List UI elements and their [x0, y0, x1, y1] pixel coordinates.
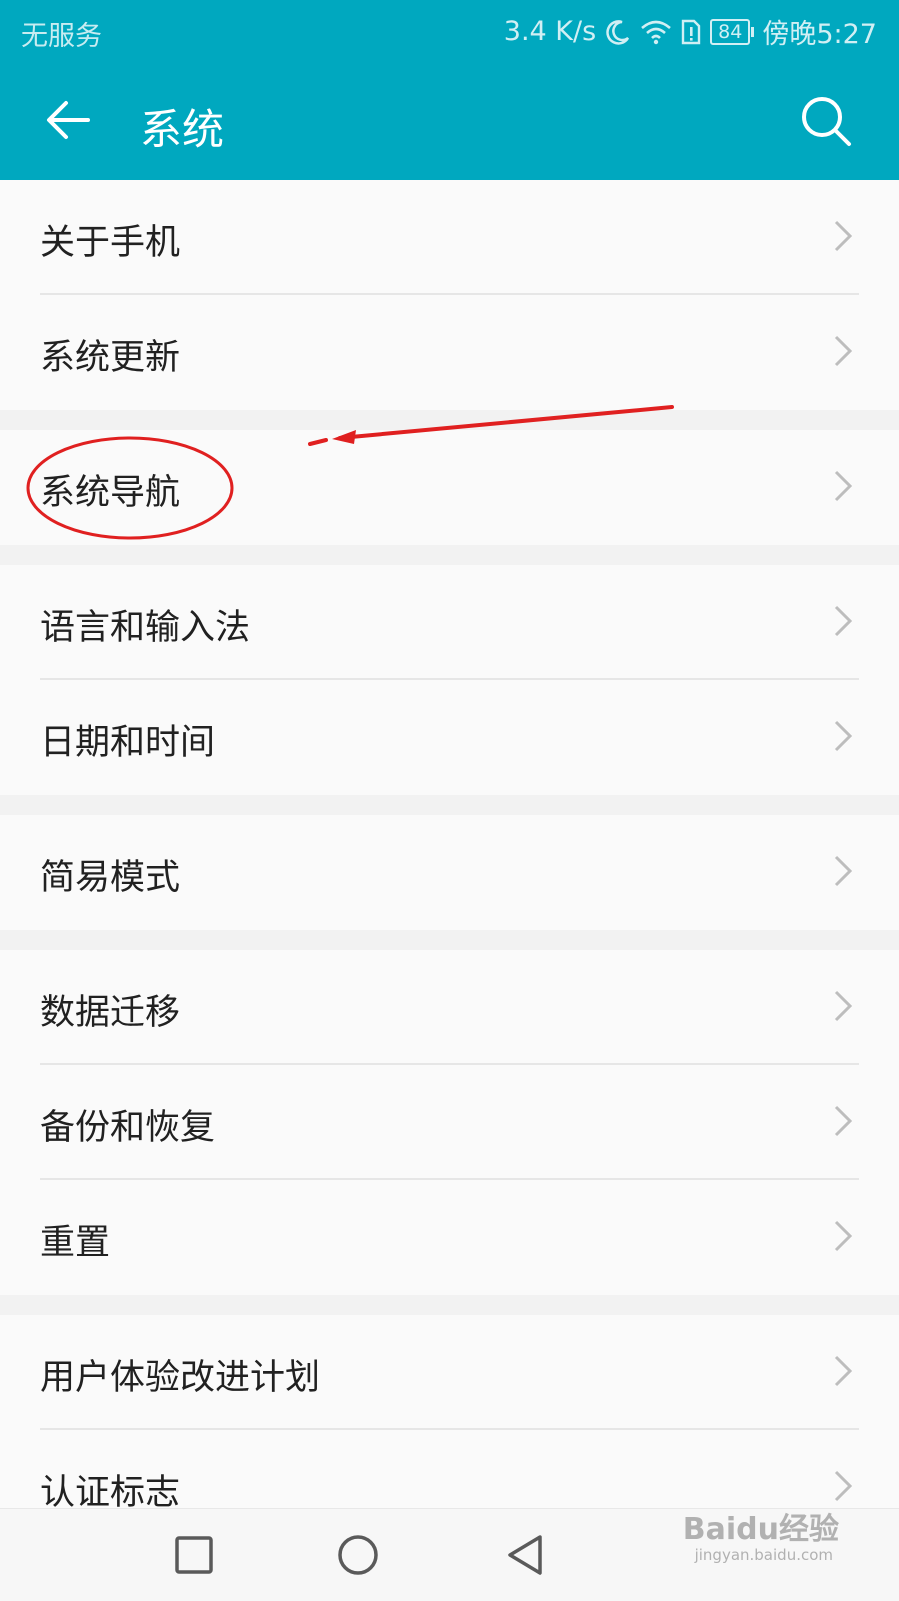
settings-item-user-experience[interactable]: 用户体验改进计划: [0, 1315, 899, 1430]
back-triangle-icon[interactable]: [500, 1529, 552, 1581]
chevron-right-icon: [834, 470, 853, 502]
network-speed: 3.4 K/s: [503, 16, 597, 47]
watermark-url: jingyan.baidu.com: [694, 1546, 833, 1564]
settings-item-label: 语言和输入法: [40, 608, 251, 648]
settings-item-label: 系统更新: [40, 338, 181, 378]
moon-icon: [606, 19, 630, 45]
chevron-right-icon: [834, 855, 853, 887]
settings-item-label: 日期和时间: [40, 723, 216, 763]
settings-item-certification[interactable]: 认证标志: [0, 1430, 899, 1508]
page-title: 系统: [140, 105, 225, 154]
settings-item-label: 简易模式: [40, 858, 181, 898]
settings-item-system-navigation[interactable]: 系统导航: [0, 430, 899, 545]
chevron-right-icon: [834, 1470, 853, 1502]
chevron-right-icon: [834, 990, 853, 1022]
settings-group-device: 关于手机 系统更新: [0, 180, 899, 410]
settings-group-navigation: 系统导航: [0, 430, 899, 545]
settings-item-label: 重置: [40, 1223, 111, 1263]
status-indicators: 3.4 K/s 84 傍晚5:27: [504, 12, 877, 51]
home-circle-icon[interactable]: [332, 1529, 384, 1581]
recent-apps-square-icon[interactable]: [168, 1529, 220, 1581]
settings-group-data: 数据迁移 备份和恢复 重置: [0, 950, 899, 1295]
chevron-right-icon: [834, 1105, 853, 1137]
sim-alert-icon: [681, 19, 701, 44]
settings-item-label: 系统导航: [40, 473, 181, 513]
wifi-icon: [641, 20, 672, 44]
settings-group-locale: 语言和输入法 日期和时间: [0, 565, 899, 795]
chevron-right-icon: [834, 720, 853, 752]
battery-icon: 84: [710, 18, 755, 45]
settings-group-simple-mode: 简易模式: [0, 815, 899, 930]
chevron-right-icon: [834, 1220, 853, 1252]
search-icon[interactable]: [799, 94, 853, 148]
settings-item-label: 关于手机: [40, 223, 181, 263]
carrier-label: 无服务: [21, 21, 102, 52]
settings-item-date-time[interactable]: 日期和时间: [0, 680, 899, 795]
settings-item-about-phone[interactable]: 关于手机: [0, 180, 899, 295]
settings-item-system-update[interactable]: 系统更新: [0, 295, 899, 410]
settings-group-misc: 用户体验改进计划 认证标志: [0, 1315, 899, 1508]
settings-item-data-migration[interactable]: 数据迁移: [0, 950, 899, 1065]
settings-item-simple-mode[interactable]: 简易模式: [0, 815, 899, 930]
settings-item-reset[interactable]: 重置: [0, 1180, 899, 1295]
chevron-right-icon: [834, 335, 853, 367]
settings-item-label: 备份和恢复: [40, 1108, 216, 1148]
back-arrow-icon[interactable]: [42, 94, 94, 146]
settings-item-backup-restore[interactable]: 备份和恢复: [0, 1065, 899, 1180]
settings-item-label: 认证标志: [40, 1473, 181, 1508]
watermark-brand: Baidu经验: [682, 1512, 839, 1547]
status-bar: 无服务 3.4 K/s 84 傍晚5:27: [0, 0, 899, 64]
battery-level: 84: [710, 18, 751, 45]
app-bar: 无服务 3.4 K/s 84 傍晚5:27 系统: [0, 0, 899, 180]
clock: 傍晚5:27: [762, 19, 877, 50]
chevron-right-icon: [834, 220, 853, 252]
settings-item-language-input[interactable]: 语言和输入法: [0, 565, 899, 680]
settings-item-label: 用户体验改进计划: [40, 1358, 321, 1398]
chevron-right-icon: [834, 605, 853, 637]
settings-item-label: 数据迁移: [40, 993, 181, 1033]
chevron-right-icon: [834, 1355, 853, 1387]
